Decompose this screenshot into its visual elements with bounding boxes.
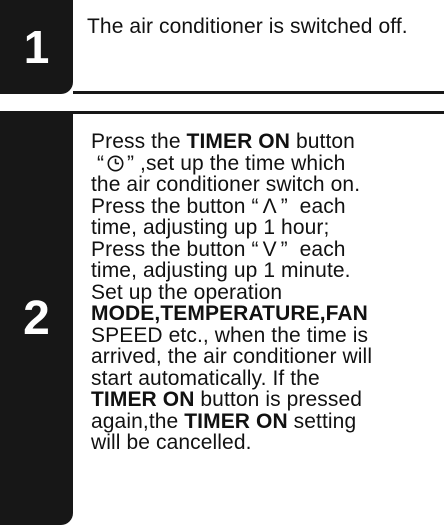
line-12: start automatically. If the (91, 366, 320, 390)
line-3: the air conditioner switch on. (91, 173, 361, 196)
line-1: Press the TIMER ON button (91, 130, 355, 153)
line-4: Press the button “Λ” each (91, 194, 346, 218)
line-2: “” ,set up the time which (96, 151, 346, 175)
step-2: 2 Press the TIMER ON button “” ,set up t… (0, 111, 444, 525)
step-2-number: 2 (0, 111, 73, 525)
line-13: TIMER ON button is pressed (91, 388, 363, 411)
step-1-text: The air conditioner is switched off. (87, 15, 408, 38)
step-2-text: Press the TIMER ON button “” ,set up the… (91, 131, 440, 454)
line-11: arrived, the air conditioner will (91, 345, 373, 368)
line-7: time, adjusting up 1 minute. (91, 259, 351, 282)
line-15: will be cancelled. (91, 431, 252, 454)
step-1-divider (73, 91, 444, 94)
line-5: time, adjusting up 1 hour; (91, 216, 330, 239)
line-6: Press the button “V” each (91, 237, 346, 261)
step-1-number: 1 (0, 0, 73, 94)
line-10: SPEED etc., when the time is (91, 323, 369, 347)
line-14: again,the TIMER ON setting (91, 409, 357, 433)
down-arrow-icon: V (262, 237, 277, 261)
step-1: 1 The air conditioner is switched off. (0, 0, 444, 94)
step-2-divider (73, 111, 444, 114)
line-8: Set up the operation (91, 280, 283, 304)
timer-clock-icon (107, 155, 124, 172)
line-9: MODE,TEMPERATURE,FAN (91, 302, 368, 325)
up-arrow-icon: Λ (262, 194, 277, 218)
